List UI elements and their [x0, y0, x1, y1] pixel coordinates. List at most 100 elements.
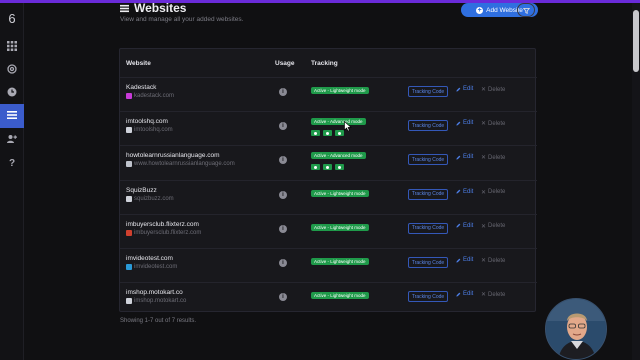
website-url-text: imshop.motokart.co	[134, 298, 187, 305]
edit-label: Edit	[463, 257, 474, 263]
website-url: www.howtolearnrussianlanguage.com	[126, 161, 235, 168]
pencil-icon	[456, 258, 461, 263]
list-icon	[7, 107, 17, 125]
website-url-text: www.howtolearnrussianlanguage.com	[134, 161, 235, 168]
website-url: squizbuzz.com	[126, 195, 174, 202]
usage-info-icon[interactable]: i	[279, 190, 287, 199]
tracking-status-badge: Active - Advanced mode	[311, 118, 366, 126]
brand-logo[interactable]: 6	[0, 11, 24, 26]
feature-icon	[323, 164, 332, 171]
delete-label: Delete	[488, 154, 506, 161]
usage-info-icon[interactable]: i	[279, 122, 287, 131]
tracking-code-button[interactable]: Tracking Code	[408, 291, 448, 303]
edit-label: Edit	[463, 222, 474, 229]
usage-info-icon[interactable]: i	[279, 88, 287, 96]
favicon-icon	[126, 127, 132, 134]
tracking-code-button[interactable]: Tracking Code	[408, 120, 448, 132]
website-name[interactable]: imvideotest.com	[126, 255, 173, 262]
usage-info-icon[interactable]: i	[279, 224, 287, 233]
website-url: imbuyersclub.flixterz.com	[126, 229, 202, 236]
table-row: imshop.motokart.co imshop.motokart.co i …	[120, 282, 537, 316]
website-url: imshop.motokart.co	[126, 298, 187, 305]
website-name[interactable]: imbuyersclub.flixterz.com	[126, 221, 199, 228]
tracking-feature-icons	[311, 130, 344, 137]
delete-button[interactable]: ✕ Delete	[481, 86, 506, 94]
usage-info-icon[interactable]: i	[279, 259, 287, 267]
pencil-icon	[456, 189, 461, 194]
website-name[interactable]: imtoolshq.com	[126, 118, 168, 125]
delete-button[interactable]: ✕ Delete	[481, 257, 505, 265]
tracking-status-badge: Active - Lightweight mode	[311, 258, 369, 265]
close-icon: ✕	[481, 121, 487, 128]
feature-icon	[323, 130, 332, 137]
edit-button[interactable]: Edit	[456, 86, 473, 92]
scrollbar-thumb[interactable]	[633, 10, 639, 72]
table-row: Kadestack kadestack.com i Active - Light…	[120, 77, 537, 111]
sidebar-item-history[interactable]	[0, 83, 24, 103]
column-header-website: Website	[126, 60, 151, 67]
usage-info-icon[interactable]: i	[279, 156, 287, 165]
results-count: Showing 1-7 out of 7 results.	[120, 318, 197, 324]
sidebar-item-websites[interactable]	[0, 104, 24, 128]
edit-button[interactable]: Edit	[456, 291, 473, 297]
website-name[interactable]: howtolearnrussianlanguage.com	[126, 152, 220, 159]
website-url: kadestack.com	[126, 93, 174, 99]
website-name[interactable]: imshop.motokart.co	[126, 289, 183, 296]
delete-label: Delete	[488, 223, 506, 230]
website-url-text: kadestack.com	[134, 93, 175, 99]
tracking-status-badge: Active - Lightweight mode	[311, 189, 369, 197]
pencil-icon	[456, 121, 461, 126]
filter-button[interactable]	[517, 3, 535, 17]
pencil-icon	[456, 87, 461, 92]
delete-button[interactable]: ✕ Delete	[481, 120, 506, 128]
website-name[interactable]: Kadestack	[126, 84, 156, 91]
sidebar-item-dashboard[interactable]	[0, 37, 24, 57]
close-icon: ✕	[481, 87, 487, 93]
presenter-webcam	[545, 298, 607, 360]
sidebar-item-users[interactable]	[0, 130, 24, 150]
tracking-code-button[interactable]: Tracking Code	[408, 222, 448, 234]
close-icon: ✕	[481, 292, 487, 299]
edit-button[interactable]: Edit	[456, 120, 473, 126]
close-icon: ✕	[481, 189, 487, 196]
target-icon	[7, 61, 17, 79]
delete-label: Delete	[488, 86, 506, 93]
delete-button[interactable]: ✕ Delete	[481, 291, 506, 299]
tracking-feature-icons	[311, 164, 344, 171]
sidebar: 6 ?	[0, 3, 24, 360]
feature-icon	[311, 164, 320, 171]
delete-button[interactable]: ✕ Delete	[481, 223, 505, 230]
close-icon: ✕	[481, 258, 487, 264]
tracking-code-button[interactable]: Tracking Code	[408, 188, 448, 200]
sidebar-item-help[interactable]: ?	[0, 153, 24, 173]
delete-label: Delete	[488, 291, 506, 298]
tracking-status-badge: Active - Lightweight mode	[311, 87, 369, 94]
main-content: Websites View and manage all your added …	[24, 1, 632, 360]
tracking-code-button[interactable]: Tracking Code	[408, 86, 448, 97]
website-url-text: imbuyersclub.flixterz.com	[134, 229, 202, 236]
list-icon	[120, 4, 129, 13]
plus-icon: +	[476, 6, 484, 14]
edit-button[interactable]: Edit	[456, 189, 473, 195]
tracking-code-button[interactable]: Tracking Code	[408, 257, 448, 268]
tracking-code-button[interactable]: Tracking Code	[408, 154, 448, 166]
clock-icon	[7, 84, 17, 102]
feature-icon	[335, 130, 344, 137]
table-row: imbuyersclub.flixterz.com imbuyersclub.f…	[120, 213, 537, 248]
edit-button[interactable]: Edit	[456, 257, 473, 263]
filter-icon	[522, 1, 530, 19]
sidebar-item-goals[interactable]	[0, 60, 24, 80]
delete-button[interactable]: ✕ Delete	[481, 189, 505, 196]
edit-label: Edit	[463, 120, 474, 127]
delete-button[interactable]: ✕ Delete	[481, 154, 506, 162]
table-row: SquizBuzz squizbuzz.com i Active - Light…	[120, 179, 537, 214]
edit-button[interactable]: Edit	[456, 223, 473, 229]
table-row: imtoolshq.com imtoolshq.com i Active - A…	[120, 111, 537, 145]
delete-label: Delete	[488, 120, 506, 127]
website-name[interactable]: SquizBuzz	[126, 187, 157, 194]
pencil-icon	[456, 155, 461, 160]
website-url-text: imvideotest.com	[134, 264, 178, 270]
website-url-text: squizbuzz.com	[134, 195, 174, 202]
usage-info-icon[interactable]: i	[279, 293, 287, 302]
edit-button[interactable]: Edit	[456, 154, 473, 160]
